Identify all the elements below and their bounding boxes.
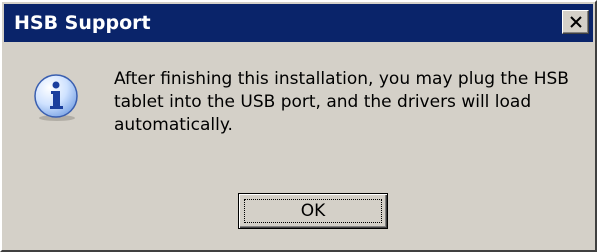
information-icon (34, 74, 78, 121)
close-button[interactable] (562, 10, 589, 34)
title-bar[interactable]: HSB Support (4, 4, 593, 42)
dialog-message: After finishing this installation, you m… (114, 69, 569, 135)
window-title: HSB Support (14, 12, 151, 34)
close-icon (570, 16, 582, 28)
message-dialog: HSB Support After finishing this install… (0, 0, 597, 252)
ok-button[interactable]: OK (238, 193, 388, 229)
ok-button-label: OK (300, 201, 326, 221)
